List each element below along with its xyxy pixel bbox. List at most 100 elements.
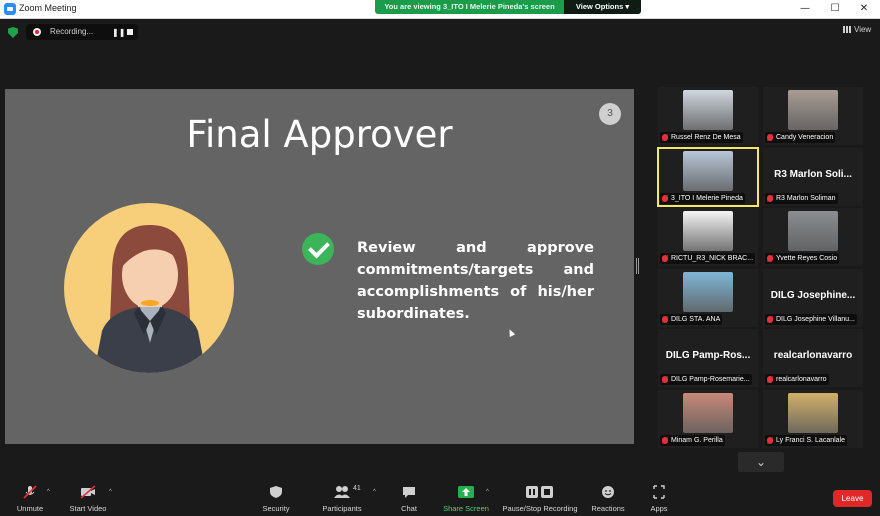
participant-name-label: DILG Pamp-Rosemarie...: [660, 374, 752, 385]
participant-name: Ly Franci S. Lacanlale: [776, 437, 845, 444]
participant-name: DILG STA. ANA: [671, 316, 721, 323]
share-options-caret[interactable]: ^: [486, 489, 489, 495]
participant-display-name: DILG Pamp-Ros...: [665, 350, 751, 361]
muted-mic-icon: [767, 376, 773, 383]
participant-name-label: DILG Josephine Villanu...: [765, 314, 857, 325]
recording-label: Recording...: [50, 27, 94, 36]
participant-name: R3 Marlon Soliman: [776, 195, 836, 202]
close-button[interactable]: ✕: [857, 2, 871, 16]
participant-name: RICTU_R3_NICK BRAC...: [671, 255, 754, 262]
participant-display-name: realcarlonavarro: [773, 350, 853, 361]
participant-name: Minam G. Perilla: [671, 437, 723, 444]
muted-mic-icon: [767, 134, 773, 141]
record-icon: [33, 28, 41, 36]
participant-video: [788, 211, 838, 251]
apps-icon: [651, 485, 667, 499]
video-options-caret[interactable]: ^: [109, 489, 112, 495]
muted-mic-icon: [767, 255, 773, 262]
participant-tile[interactable]: Yvette Reyes Cosio: [763, 208, 863, 266]
encryption-shield-icon[interactable]: [8, 27, 18, 38]
participant-display-name: DILG Josephine...: [770, 290, 856, 301]
shared-screen-slide: 3 Final Approver Review and approve comm…: [5, 89, 634, 444]
view-options-button[interactable]: View Options ▾: [564, 0, 641, 14]
screen-share-banner: You are viewing 3_ITO I Melerie Pineda's…: [375, 0, 641, 14]
participant-tile[interactable]: realcarlonavarro realcarlonavarro: [763, 329, 863, 387]
participant-tile[interactable]: RICTU_R3_NICK BRAC...: [658, 208, 758, 266]
participant-tile[interactable]: Minam G. Perilla: [658, 390, 758, 448]
recording-indicator: Recording... ❚❚: [26, 24, 138, 40]
participant-tile[interactable]: DILG Pamp-Ros... DILG Pamp-Rosemarie...: [658, 329, 758, 387]
participant-video: [788, 90, 838, 130]
participant-name-label: 3_ITO I Melerie Pineda: [660, 193, 745, 204]
checkmark-icon: [302, 233, 334, 265]
participant-name-label: Minam G. Perilla: [660, 435, 725, 446]
participant-video: [683, 90, 733, 130]
participant-tile[interactable]: DILG STA. ANA: [658, 269, 758, 327]
muted-mic-icon: [662, 437, 668, 444]
participant-video: [683, 272, 733, 312]
participant-name-label: realcarlonavarro: [765, 374, 829, 385]
participant-display-name: R3 Marlon Soli...: [774, 169, 852, 180]
participant-name: realcarlonavarro: [776, 376, 827, 383]
participant-name-label: Yvette Reyes Cosio: [765, 253, 840, 264]
stop-recording-button[interactable]: [127, 29, 133, 35]
participant-name-label: Ly Franci S. Lacanlale: [765, 435, 847, 446]
muted-mic-icon: [662, 376, 668, 383]
woman-avatar-icon: [94, 225, 206, 373]
gallery-scroll-down-button[interactable]: ⌄: [738, 452, 784, 472]
view-layout-button[interactable]: View: [843, 25, 871, 34]
muted-mic-icon: [662, 134, 668, 141]
smiley-reaction-icon: [600, 485, 616, 499]
participant-name: 3_ITO I Melerie Pineda: [671, 195, 743, 202]
participant-name: Russel Renz De Mesa: [671, 134, 741, 141]
participant-tile[interactable]: Candy Veneracion: [763, 87, 863, 145]
participant-tile[interactable]: DILG Josephine... DILG Josephine Villanu.…: [763, 269, 863, 327]
participant-name: Yvette Reyes Cosio: [776, 255, 838, 262]
participant-name-label: DILG STA. ANA: [660, 314, 723, 325]
participant-name-label: RICTU_R3_NICK BRAC...: [660, 253, 756, 264]
participant-video: [683, 151, 733, 191]
pause-recording-button[interactable]: ❚❚: [112, 28, 125, 37]
muted-mic-icon: [767, 437, 773, 444]
zoom-app-icon: [4, 3, 16, 15]
participants-count: 41: [353, 485, 361, 492]
slide-body-text: Review and approve commitments/targets a…: [357, 240, 594, 322]
apps-label: Apps: [650, 504, 668, 513]
slide-title: Final Approver: [186, 113, 453, 156]
muted-mic-icon: [662, 255, 668, 262]
participant-name: DILG Pamp-Rosemarie...: [671, 376, 750, 383]
pause-stop-icon: [525, 485, 555, 499]
participant-tile[interactable]: Russel Renz De Mesa: [658, 87, 758, 145]
meeting-toolbar: Unmute ^ Start Video ^ Security Particip…: [0, 477, 880, 516]
share-screen-label: Share Screen: [443, 504, 489, 513]
participant-name: Candy Veneracion: [776, 134, 834, 141]
share-screen-icon: [458, 485, 474, 499]
participant-tile[interactable]: 3_ITO I Melerie Pineda: [657, 147, 759, 207]
start-video-label: Start Video: [69, 504, 107, 513]
participant-tile[interactable]: Ly Franci S. Lacanlale: [763, 390, 863, 448]
chat-bubble-icon: [401, 485, 417, 499]
muted-mic-icon: [662, 195, 668, 202]
muted-mic-icon: [767, 195, 773, 202]
video-off-icon: [80, 485, 96, 499]
participant-video: [788, 393, 838, 433]
minimize-button[interactable]: —: [798, 2, 812, 16]
view-label: View: [854, 25, 872, 34]
mouse-cursor-icon: [506, 328, 516, 337]
apps-button[interactable]: Apps: [619, 485, 699, 513]
muted-mic-icon: [767, 316, 773, 323]
window-title: Zoom Meeting: [19, 3, 77, 13]
participant-video: [683, 211, 733, 251]
panel-resize-handle[interactable]: [636, 258, 639, 274]
share-screen-button[interactable]: Share Screen: [426, 485, 506, 513]
muted-mic-icon: [662, 316, 668, 323]
grid-icon: [843, 26, 851, 33]
participant-video: [683, 393, 733, 433]
participant-name-label: Russel Renz De Mesa: [660, 132, 743, 143]
participants-icon: [334, 485, 350, 499]
maximize-button[interactable]: ☐: [828, 2, 842, 16]
viewing-screen-text: You are viewing 3_ITO I Melerie Pineda's…: [384, 2, 555, 11]
leave-meeting-button[interactable]: Leave: [833, 490, 872, 507]
start-video-button[interactable]: Start Video: [48, 485, 128, 513]
participant-tile[interactable]: R3 Marlon Soli... R3 Marlon Soliman: [763, 148, 863, 206]
